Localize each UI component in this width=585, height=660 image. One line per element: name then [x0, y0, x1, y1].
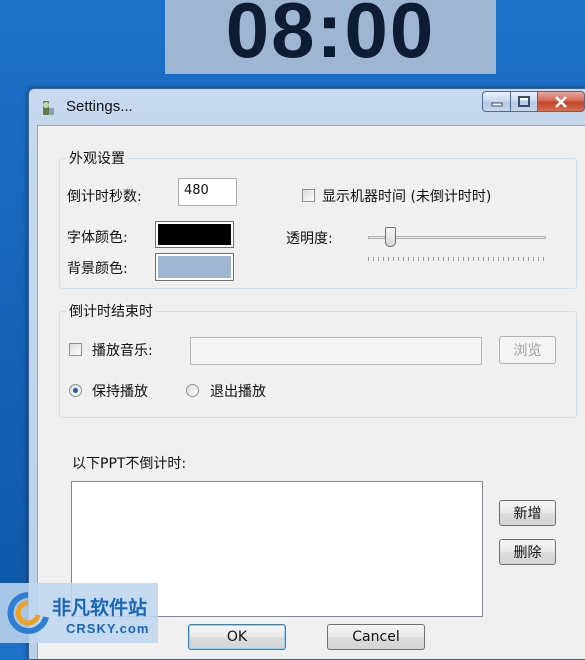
exit-playing-radio[interactable] [186, 384, 199, 397]
bg-color-swatch[interactable] [155, 253, 234, 281]
timer-text: 08:00 [225, 0, 436, 74]
close-button[interactable] [537, 91, 585, 112]
end-group-label: 倒计时结束时 [66, 301, 156, 321]
seconds-input[interactable]: 480 [178, 178, 237, 206]
window-controls [482, 91, 585, 112]
delete-button[interactable]: 删除 [499, 539, 556, 565]
appearance-group: 外观设置 [59, 148, 577, 289]
opacity-slider-thumb[interactable] [384, 227, 396, 247]
app-icon [43, 101, 54, 115]
minimize-icon [491, 102, 502, 106]
timer-display: 08:00 [165, 0, 496, 74]
appearance-group-label: 外观设置 [66, 148, 128, 168]
play-music-checkbox[interactable] [69, 343, 82, 356]
title-bar[interactable]: Settings... [29, 89, 585, 125]
bg-color-label: 背景颜色: [67, 261, 128, 277]
seconds-label: 倒计时秒数: [67, 189, 142, 205]
opacity-slider-ticks [368, 257, 546, 261]
play-music-label: 播放音乐: [92, 343, 153, 359]
settings-client-area: 外观设置 倒计时秒数: 480 显示机器时间 (未倒计时时) 字体颜色: 透明度… [37, 125, 585, 659]
minimize-button[interactable] [482, 91, 510, 112]
watermark: 非凡软件站 CRSKY.com [0, 583, 158, 643]
music-path-input[interactable] [190, 337, 482, 365]
font-color-swatch[interactable] [155, 221, 234, 248]
window-title: Settings... [66, 98, 133, 115]
browse-button[interactable]: 浏览 [499, 336, 556, 364]
settings-window: Settings... 外观设置 倒计时秒数: 480 显示机器时间 (未倒计时… [28, 88, 585, 660]
maximize-button[interactable] [510, 91, 537, 112]
keep-playing-label: 保持播放 [92, 384, 148, 400]
watermark-line1: 非凡软件站 [52, 597, 148, 619]
ok-button[interactable]: OK [188, 624, 286, 650]
bg-color-fill [158, 256, 231, 278]
watermark-logo-icon [7, 592, 49, 634]
font-color-fill [158, 224, 231, 245]
close-icon [555, 95, 567, 108]
show-machine-time-checkbox[interactable] [302, 189, 315, 202]
add-button[interactable]: 新增 [499, 500, 556, 526]
font-color-label: 字体颜色: [67, 230, 128, 246]
cancel-button[interactable]: Cancel [327, 624, 425, 650]
show-machine-time-label: 显示机器时间 (未倒计时时) [322, 189, 492, 205]
watermark-line2: CRSKY.com [66, 621, 150, 636]
keep-playing-radio[interactable] [69, 384, 82, 397]
opacity-label: 透明度: [286, 231, 333, 247]
exclusion-label: 以下PPT不倒计时: [72, 456, 187, 472]
exit-playing-label: 退出播放 [210, 384, 266, 400]
maximize-icon [518, 96, 530, 107]
